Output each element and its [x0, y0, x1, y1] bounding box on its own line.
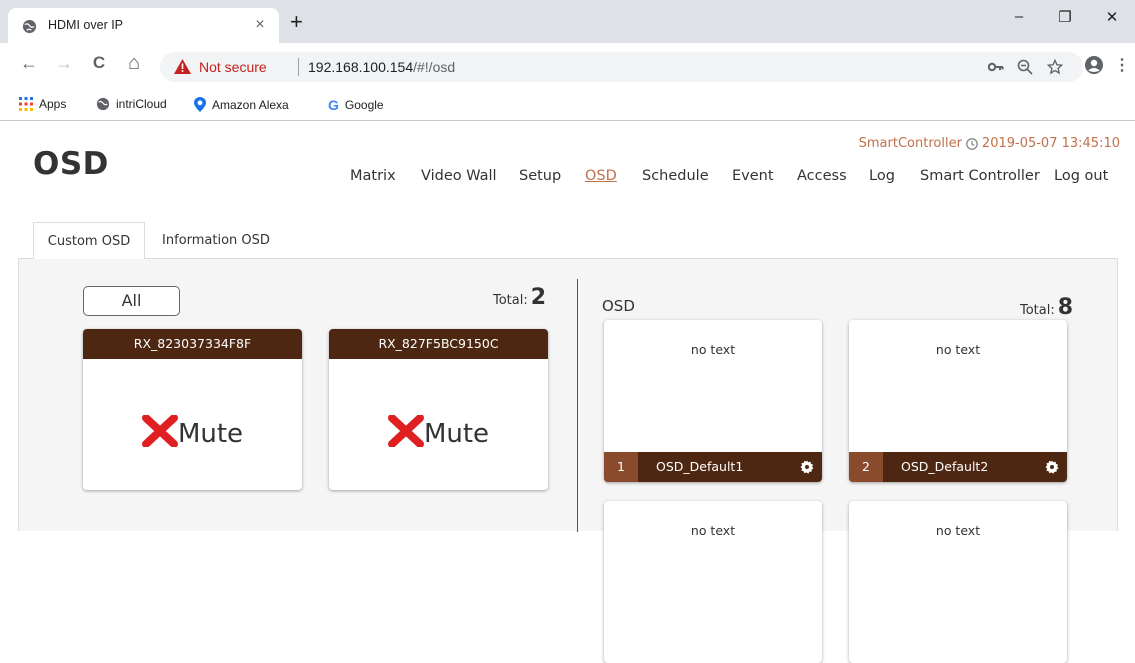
- mute-x-icon: [387, 415, 424, 447]
- nav-log-out[interactable]: Log out: [1054, 168, 1108, 184]
- window-close-button[interactable]: ✕: [1089, 8, 1135, 26]
- receiver-filter-all-button[interactable]: All: [83, 286, 180, 316]
- osd-total-value: 8: [1057, 295, 1074, 320]
- osd-section-label: OSD: [602, 297, 635, 315]
- bookmark-intricloud[interactable]: intriCloud: [96, 97, 167, 111]
- tab-information-osd[interactable]: Information OSD: [148, 222, 284, 259]
- gear-icon[interactable]: [800, 460, 814, 474]
- globe-icon: [22, 19, 37, 34]
- minimize-button[interactable]: –: [996, 8, 1042, 25]
- bookmark-google[interactable]: G Google: [328, 97, 384, 113]
- key-icon[interactable]: [988, 61, 1004, 73]
- security-status[interactable]: Not secure: [199, 59, 267, 75]
- bookmark-amazon-alexa[interactable]: Amazon Alexa: [194, 97, 289, 112]
- receiver-total: Total: 2: [493, 285, 546, 310]
- back-button[interactable]: ←: [19, 53, 39, 73]
- nav-osd[interactable]: OSD: [585, 168, 617, 184]
- osd-card-footer: 1 OSD_Default1: [604, 452, 822, 482]
- browser-tab-strip: HDMI over IP × + – ❐ ✕: [0, 0, 1135, 43]
- bookmark-label: Apps: [39, 97, 67, 111]
- browser-tab[interactable]: HDMI over IP ×: [8, 8, 279, 43]
- column-divider: [577, 279, 578, 532]
- osd-tabs: Custom OSD Information OSD: [18, 222, 1118, 259]
- nav-event[interactable]: Event: [732, 168, 774, 184]
- osd-name: OSD_Default2: [901, 459, 989, 474]
- forward-button[interactable]: →: [54, 53, 74, 73]
- globe-icon: [96, 97, 110, 111]
- osd-total: Total: 8: [1020, 295, 1073, 320]
- custom-osd-panel: All Total: 2 RX_823037334F8F Mute RX_827F…: [18, 258, 1118, 663]
- page-title: OSD: [33, 146, 109, 182]
- browser-tab-title: HDMI over IP: [48, 18, 124, 32]
- mute-label: Mute: [423, 419, 490, 449]
- mute-status: Mute: [83, 415, 302, 447]
- address-separator: [298, 58, 299, 76]
- apps-grid-icon: [19, 97, 33, 111]
- controller-datetime: 2019-05-07 13:45:10: [981, 136, 1120, 151]
- tab-custom-osd[interactable]: Custom OSD: [33, 222, 145, 259]
- restore-button[interactable]: ❐: [1042, 8, 1088, 26]
- mute-x-icon: [141, 415, 178, 447]
- osd-name: OSD_Default1: [656, 459, 744, 474]
- osd-text-preview: no text: [690, 342, 736, 357]
- nav-setup[interactable]: Setup: [519, 168, 561, 184]
- bookmark-label: Amazon Alexa: [212, 97, 289, 112]
- osd-index: 1: [604, 452, 638, 482]
- url-text[interactable]: 192.168.100.154/#!/osd: [308, 59, 455, 75]
- tab-close-icon[interactable]: ×: [249, 14, 271, 36]
- bookmarks-bar: Apps intriCloud Amazon Alexa G Google: [0, 93, 1135, 121]
- location-pin-icon: [194, 97, 206, 112]
- warning-icon: [174, 59, 191, 74]
- nav-access[interactable]: Access: [797, 168, 847, 184]
- url-host: 192.168.100.154: [308, 59, 414, 75]
- bookmark-label: Google: [344, 98, 384, 112]
- url-path: /#!/osd: [413, 59, 456, 75]
- browser-menu-icon[interactable]: ⋮: [1114, 55, 1130, 75]
- osd-card[interactable]: no text 1 OSD_Default1: [604, 320, 822, 482]
- receiver-name: RX_823037334F8F: [83, 329, 302, 359]
- address-bar[interactable]: Not secure 192.168.100.154/#!/osd: [160, 52, 1083, 82]
- controller-name: SmartController: [858, 136, 962, 151]
- osd-page: OSD SmartController 2019-05-07 13:45:10 …: [0, 122, 1135, 663]
- gear-icon[interactable]: [1045, 460, 1059, 474]
- osd-card-footer: 2 OSD_Default2: [849, 452, 1067, 482]
- profile-avatar-icon[interactable]: [1084, 55, 1104, 75]
- google-g-icon: G: [328, 97, 339, 113]
- receiver-name: RX_827F5BC9150C: [329, 329, 548, 359]
- reload-button[interactable]: C: [89, 53, 109, 73]
- clock-icon: [966, 137, 978, 150]
- controller-clock: SmartController 2019-05-07 13:45:10: [859, 136, 1120, 151]
- mute-status: Mute: [329, 415, 548, 447]
- nav-schedule[interactable]: Schedule: [642, 168, 709, 184]
- new-tab-button[interactable]: +: [290, 11, 303, 33]
- mute-label: Mute: [177, 419, 244, 449]
- osd-card[interactable]: no text: [604, 501, 822, 663]
- bookmark-label: intriCloud: [116, 97, 167, 111]
- home-button[interactable]: ⌂: [124, 53, 144, 73]
- zoom-icon[interactable]: [1017, 59, 1033, 75]
- nav-matrix[interactable]: Matrix: [350, 168, 396, 184]
- bookmark-apps[interactable]: Apps: [19, 97, 66, 111]
- nav-log[interactable]: Log: [869, 168, 895, 184]
- receiver-total-label: Total:: [493, 293, 528, 308]
- nav-video-wall[interactable]: Video Wall: [421, 168, 497, 184]
- osd-card[interactable]: no text: [849, 501, 1067, 663]
- receiver-card[interactable]: RX_823037334F8F Mute: [83, 329, 302, 490]
- receiver-card[interactable]: RX_827F5BC9150C Mute: [329, 329, 548, 490]
- osd-card[interactable]: no text 2 OSD_Default2: [849, 320, 1067, 482]
- osd-index: 2: [849, 452, 883, 482]
- star-icon[interactable]: [1047, 59, 1063, 75]
- osd-text-preview: no text: [935, 342, 981, 357]
- receiver-total-value: 2: [530, 285, 547, 310]
- osd-total-label: Total:: [1020, 303, 1055, 318]
- nav-smart-controller[interactable]: Smart Controller: [920, 168, 1040, 184]
